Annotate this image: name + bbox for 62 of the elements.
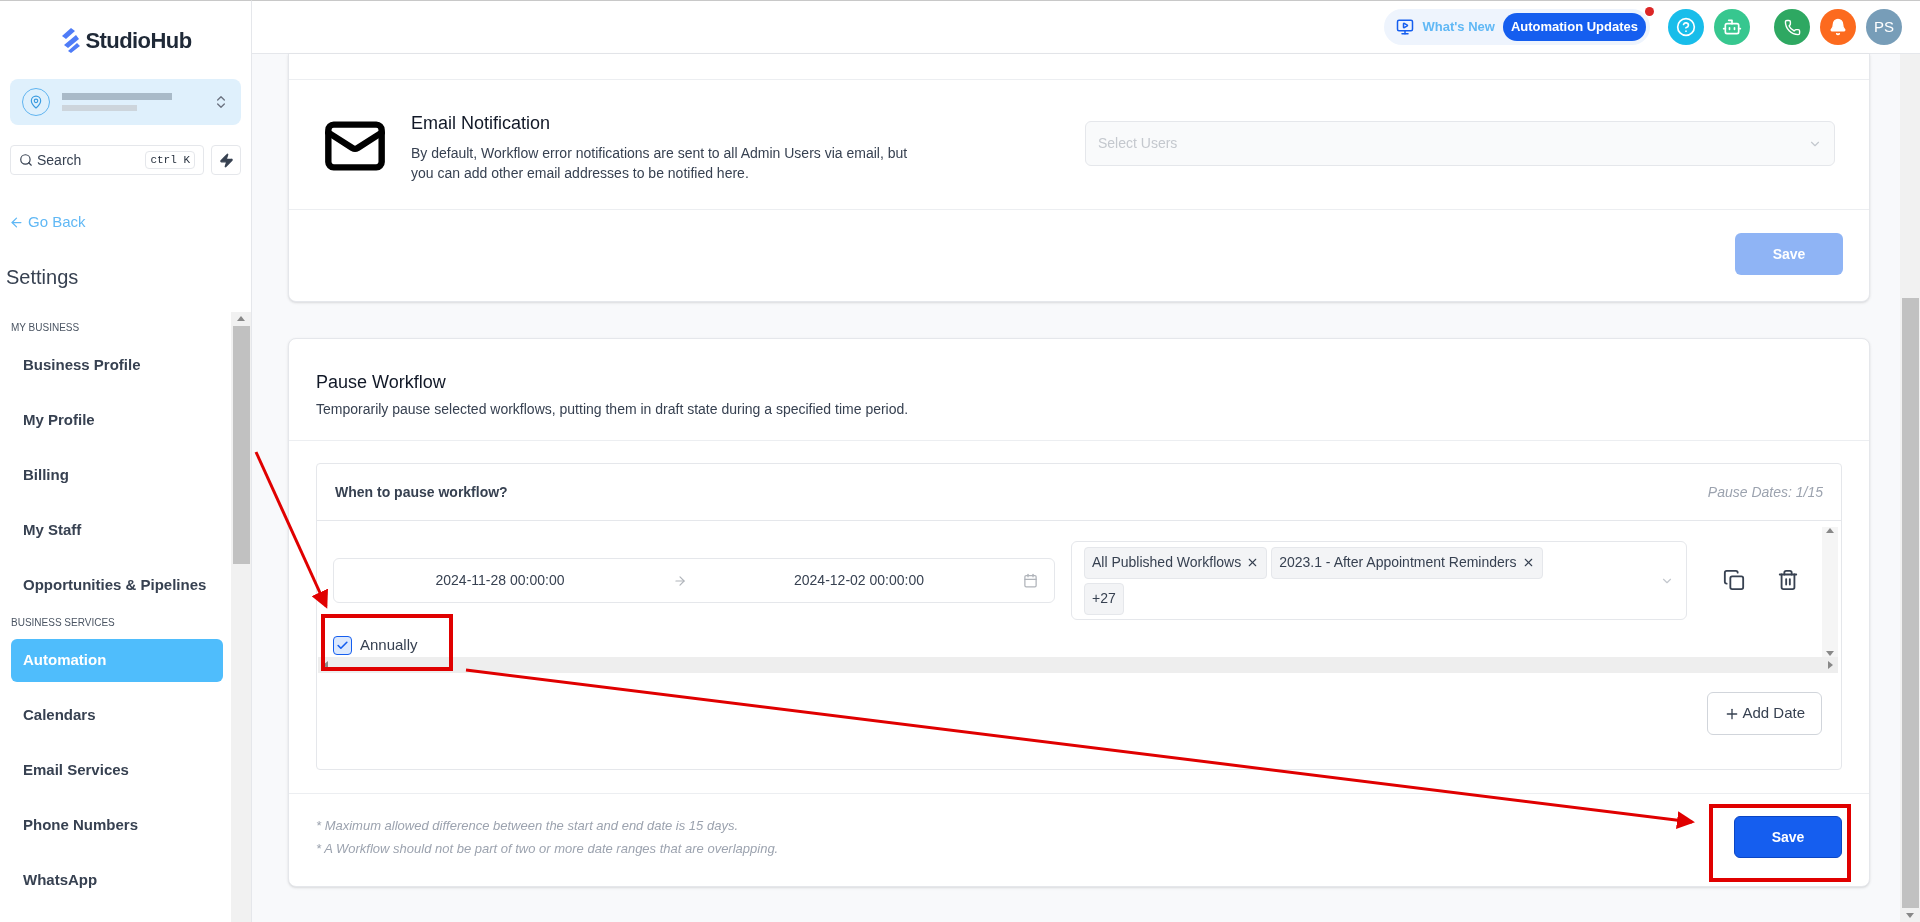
card-title: Pause Workflow (316, 371, 447, 394)
lightning-icon (218, 152, 234, 168)
footnote: * A Workflow should not be part of two or more date ranges that are overlapping. (316, 839, 779, 858)
robot-icon (1722, 17, 1742, 37)
add-date-button[interactable]: Add Date (1707, 692, 1822, 735)
trash-icon[interactable] (1777, 569, 1799, 591)
sidebar-item[interactable]: Calendars (11, 693, 223, 737)
card-description: By default, Workflow error notifications are sent to all Admin Users via email, but you can add other email addresses to be notified here. (411, 144, 909, 183)
search-icon (19, 153, 33, 167)
check-icon (336, 638, 349, 652)
video-icon (1396, 18, 1415, 36)
sidebar-scrollbar[interactable] (231, 311, 251, 922)
pause-dates-count: Pause Dates: 1/15 (1707, 482, 1823, 502)
sidebar-item[interactable]: My Profile (11, 398, 223, 442)
phone-icon (1783, 18, 1801, 36)
quick-action-button[interactable] (211, 145, 241, 175)
whats-new-label: What's New (1422, 18, 1495, 37)
scroll-arrow-icon[interactable] (237, 314, 245, 323)
settings-title: Settings (6, 264, 80, 290)
workflow-tag[interactable]: All Published Workflows (1084, 546, 1268, 579)
sidebar-item[interactable]: Opportunities & Pipelines (11, 563, 223, 607)
sidebar-item[interactable]: Phone Numbers (11, 803, 223, 847)
question-icon (1676, 17, 1696, 37)
vertical-scrollbar[interactable] (1822, 527, 1838, 657)
horizontal-scrollbar[interactable] (318, 657, 1838, 673)
shortcut-key: ctrl K (145, 150, 195, 170)
section-heading: MY BUSINESS (11, 321, 81, 335)
sidebar-item[interactable]: Email Services (11, 748, 223, 792)
end-date: 2024-12-02 00:00:00 (793, 571, 925, 590)
sidebar-item[interactable]: My Staff (11, 508, 223, 552)
search-placeholder: Search (37, 150, 83, 170)
bell-icon (1829, 18, 1847, 36)
bot-button[interactable] (1714, 9, 1750, 45)
brand-name: StudioHub (85, 26, 192, 55)
start-date: 2024-11-28 00:00:00 (434, 571, 566, 590)
scroll-arrow-icon[interactable] (1906, 911, 1914, 919)
updates-badge: Automation Updates (1502, 13, 1646, 41)
workflow-tag[interactable]: 2023.1 - After Appointment Reminders (1271, 546, 1543, 579)
calendar-icon (1023, 573, 1038, 588)
arrow-icon (672, 573, 687, 588)
section-heading: BUSINESS SERVICES (11, 616, 116, 630)
account-switcher[interactable] (10, 79, 241, 125)
sidebar-item[interactable]: Business Profile (11, 343, 223, 387)
page-scrollbar[interactable] (1900, 54, 1920, 922)
help-button[interactable] (1668, 9, 1704, 45)
phone-button[interactable] (1774, 9, 1810, 45)
scroll-arrow-icon[interactable] (1826, 527, 1834, 535)
scroll-arrow-icon[interactable] (322, 661, 330, 669)
workflow-select[interactable]: All Published Workflows 2023.1 - After Appointment Reminders +27 (1071, 541, 1687, 620)
more-tags-count: +27 (1084, 582, 1124, 615)
card-title: Email Notification (411, 112, 552, 135)
date-range-field[interactable]: 2024-11-28 00:00:00 2024-12-02 00:00:00 (333, 558, 1055, 603)
footnote: * Maximum allowed difference between the start and end date is 15 days. (316, 817, 740, 835)
annually-checkbox[interactable]: Annually (333, 634, 418, 657)
notifications-button[interactable] (1820, 9, 1856, 45)
sidebar-item[interactable]: WhatsApp (11, 858, 223, 902)
save-button[interactable]: Save (1734, 816, 1842, 858)
copy-icon[interactable] (1723, 569, 1745, 591)
search-field[interactable]: Search ctrl K (10, 145, 204, 175)
panel-heading: When to pause workflow? (335, 482, 508, 502)
sidebar-item[interactable]: Billing (11, 453, 223, 497)
card-description: Temporarily pause selected workflows, putting them in draft state during a specified time period. (316, 400, 910, 419)
